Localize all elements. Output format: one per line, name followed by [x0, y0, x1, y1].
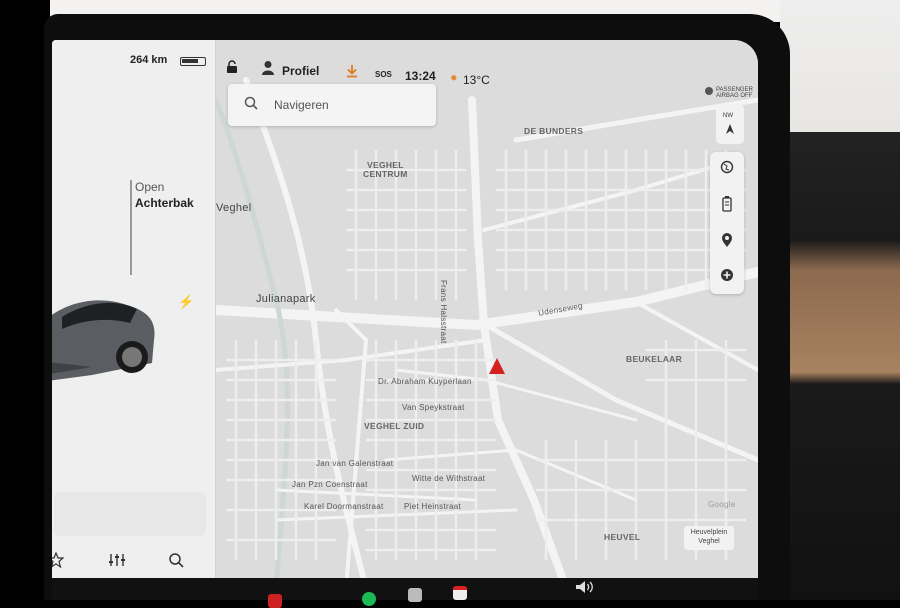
globe-icon [720, 160, 734, 174]
download-icon[interactable] [346, 64, 358, 78]
map-label: Van Speykstraat [402, 403, 465, 412]
navigate-search-box[interactable]: Navigeren [228, 84, 436, 126]
map-label: VEGHEL ZUID [364, 421, 425, 431]
profile-icon[interactable] [261, 60, 275, 76]
compass-button[interactable]: NW [716, 104, 744, 144]
dashboard-trim [780, 0, 900, 600]
airbag-icon [705, 87, 713, 95]
clock: 13:24 [405, 69, 436, 83]
map-label: DE BUNDERS [524, 126, 584, 136]
map-label: Karel Doormanstraat [304, 502, 384, 511]
lightning-icon: ⚡ [178, 294, 195, 309]
star-icon[interactable] [52, 552, 64, 568]
map-attribution: Google [708, 500, 736, 509]
location-label[interactable]: Heuvelplein Veghel [684, 526, 734, 550]
compass-icon: NW [723, 113, 734, 134]
add-button[interactable] [710, 268, 744, 285]
sos-label[interactable]: SOS [375, 70, 392, 79]
svg-text:NW: NW [723, 113, 733, 119]
map-label: Piet Heinstraat [404, 502, 461, 511]
map-label: Frans Halsstraat [439, 280, 448, 344]
map-label: HEUVEL [604, 532, 641, 542]
navigation-arrow-icon [489, 358, 505, 374]
touchscreen: DE BUNDERS VEGHEL CENTRUM Veghel Juliana… [52, 40, 758, 588]
sliders-icon[interactable] [108, 552, 126, 568]
map-label: BEUKELAAR [626, 354, 683, 364]
temperature: 13°C [463, 73, 490, 87]
battery-map-button[interactable] [710, 196, 744, 215]
map-label: Jan Pzn Coenstraat [292, 480, 368, 489]
search-placeholder: Navigeren [274, 98, 329, 112]
search-icon [244, 96, 258, 110]
trunk-indicator-line [130, 180, 132, 275]
map-controls [710, 152, 744, 294]
battery-range: 264 km [130, 54, 168, 66]
map-label: Veghel [216, 202, 252, 214]
volume-icon[interactable] [575, 580, 593, 594]
plus-icon [721, 269, 733, 281]
map-label: Witte de Withstraat [412, 474, 486, 483]
car-app-icon[interactable] [268, 594, 282, 608]
sun-icon: ✸ [450, 73, 458, 83]
unlock-icon[interactable] [226, 60, 238, 74]
car-panel: 264 km Open Achterbak ⚡ [52, 40, 216, 588]
battery-level-icon [180, 57, 206, 66]
pin-button[interactable] [710, 232, 744, 251]
map-label: Julianapark [256, 293, 316, 305]
battery-icon [722, 196, 732, 212]
trunk-label[interactable]: Achterbak [135, 196, 194, 210]
profile-label[interactable]: Profiel [282, 64, 319, 78]
map-label: Jan van Galenstraat [316, 459, 394, 468]
search-icon[interactable] [168, 552, 184, 568]
passenger-airbag-badge: PASSENGER AIRBAG OFF [704, 84, 754, 99]
panel-toolbar [52, 548, 216, 578]
car-image [52, 300, 155, 381]
map-label: Dr. Abraham Kuyperlaan [378, 377, 472, 386]
pin-icon [722, 233, 732, 247]
app-dock [52, 578, 758, 600]
calendar-icon[interactable] [453, 586, 467, 600]
trunk-open-button[interactable]: Open [135, 180, 164, 194]
globe-button[interactable] [710, 160, 744, 177]
spotify-icon[interactable] [362, 592, 376, 606]
media-card[interactable] [54, 492, 206, 536]
map-label: CENTRUM [363, 169, 408, 179]
